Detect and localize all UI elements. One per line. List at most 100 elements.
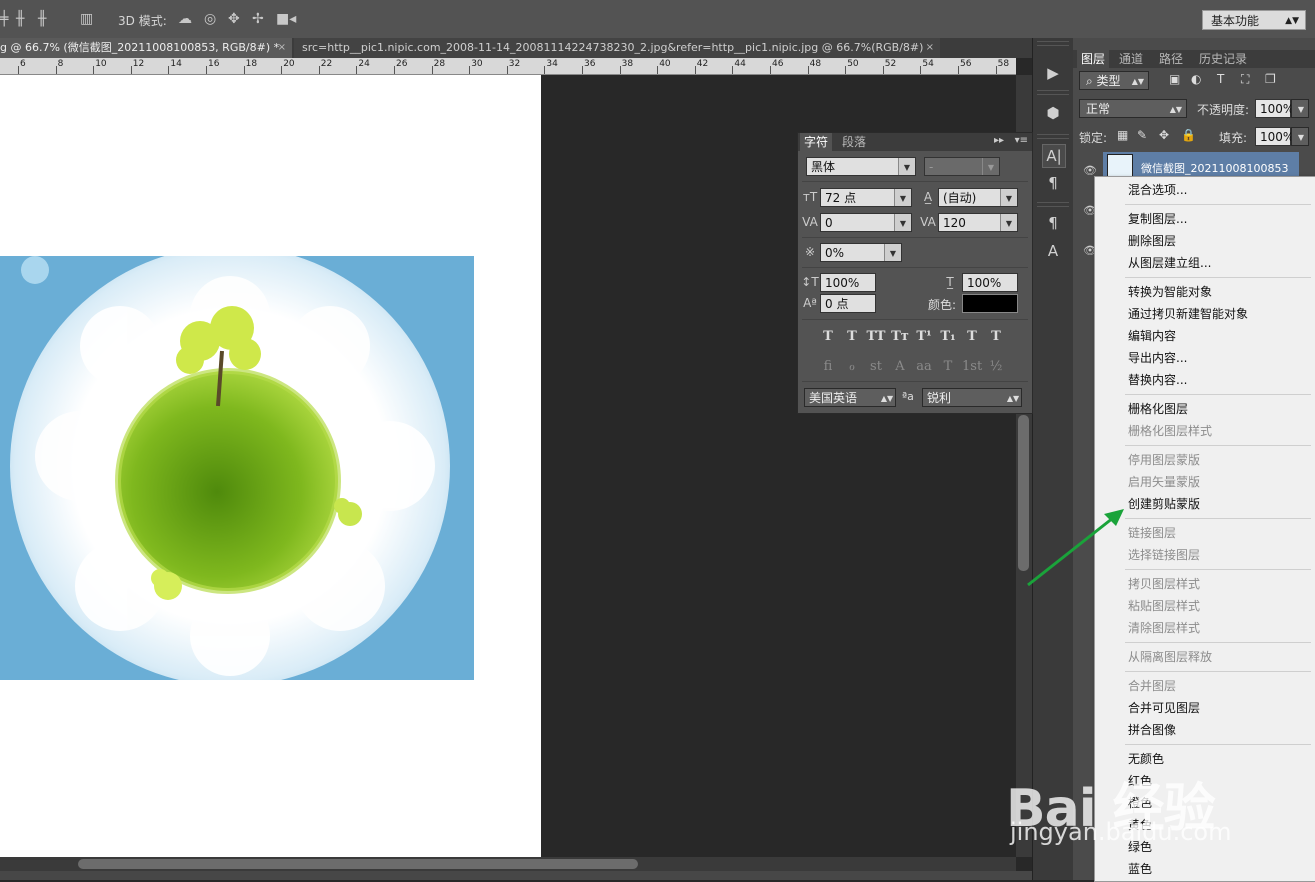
play-actions-icon[interactable]: ▶ xyxy=(1042,62,1064,84)
roll-3d-icon[interactable]: ◎ xyxy=(204,11,216,27)
fill-slider-button[interactable]: ▼ xyxy=(1291,127,1309,146)
menu-item[interactable]: 从图层建立组... xyxy=(1128,252,1211,274)
slide-3d-icon[interactable]: ✢ xyxy=(252,11,264,27)
lock-brush-icon[interactable]: ✎ xyxy=(1137,128,1147,142)
font-family-dropdown[interactable]: 黑体 ▼ xyxy=(806,157,916,176)
character-styles-icon[interactable]: A xyxy=(1042,240,1064,262)
panel-menu-icon[interactable]: ▾≡ xyxy=(1015,135,1028,146)
font-style-button[interactable]: T xyxy=(986,327,1006,347)
scale-3d-icon[interactable]: ■◂ xyxy=(276,11,296,27)
tab-history[interactable]: 历史记录 xyxy=(1199,50,1247,68)
opentype-button[interactable]: 1st xyxy=(962,357,982,377)
language-dropdown[interactable]: 美国英语 ▲▼ xyxy=(804,388,896,407)
3d-panel-icon[interactable]: ⬢ xyxy=(1042,102,1064,124)
font-style-button[interactable]: T₁ xyxy=(938,327,958,347)
font-style-button[interactable]: T xyxy=(962,327,982,347)
font-style-button[interactable]: T xyxy=(818,327,838,347)
menu-item[interactable]: 橙色 xyxy=(1128,792,1152,814)
document-tab[interactable]: src=http__pic1.nipic.com_2008-11-14_2008… xyxy=(294,38,940,58)
menu-item[interactable]: 红色 xyxy=(1128,770,1152,792)
filter-adjustment-icon[interactable]: ◐ xyxy=(1191,72,1201,86)
kerning-field[interactable]: 0 ▼ xyxy=(820,213,912,232)
opacity-input[interactable]: 100% xyxy=(1255,99,1294,118)
scrollbar-thumb[interactable] xyxy=(78,859,638,869)
filter-pixel-icon[interactable]: ▣ xyxy=(1169,72,1180,86)
tab-paths[interactable]: 路径 xyxy=(1159,50,1183,68)
character-panel-icon[interactable]: A| xyxy=(1042,144,1066,168)
filter-shape-icon[interactable]: ⛶ xyxy=(1241,72,1249,87)
menu-item[interactable]: 删除图层 xyxy=(1128,230,1176,252)
menu-item[interactable]: 合并可见图层 xyxy=(1128,697,1200,719)
font-style-button[interactable]: TT xyxy=(866,327,886,347)
opentype-button[interactable]: aa xyxy=(914,357,934,377)
lock-position-icon[interactable]: ✥ xyxy=(1159,128,1169,142)
horizontal-ruler[interactable]: 6 8 10 12 14 16 18 20 22 24 26 28 30 32 34 36 38 40 42 44 46… xyxy=(0,58,1016,75)
menu-item[interactable]: 黄色 xyxy=(1128,814,1152,836)
menu-item[interactable]: 复制图层... xyxy=(1128,208,1187,230)
menu-item[interactable]: 创建剪贴蒙版 xyxy=(1128,493,1200,515)
horizontal-scrollbar[interactable] xyxy=(0,857,1016,871)
auto-align-icon[interactable]: ▥ xyxy=(80,11,93,27)
pan-3d-icon[interactable]: ✥ xyxy=(228,11,240,27)
filter-type-icon[interactable]: T xyxy=(1217,72,1224,86)
menu-item[interactable]: 蓝色 xyxy=(1128,858,1152,880)
lock-transparent-icon[interactable]: ▦ xyxy=(1117,128,1128,142)
close-icon[interactable]: × xyxy=(278,38,286,58)
opentype-button[interactable]: ﬁ xyxy=(818,357,838,377)
tab-layers[interactable]: 图层 xyxy=(1077,50,1110,68)
font-style-button[interactable]: Tт xyxy=(890,327,910,347)
tab-character[interactable]: 字符 xyxy=(800,133,833,151)
opentype-button[interactable]: T xyxy=(938,357,958,377)
paragraph-styles-icon[interactable]: ¶ xyxy=(1042,212,1064,234)
panel-grip[interactable] xyxy=(1037,134,1069,139)
opentype-button[interactable]: st xyxy=(866,357,886,377)
menu-item[interactable]: 无颜色 xyxy=(1128,748,1164,770)
blend-mode-dropdown[interactable]: 正常 ▲▼ xyxy=(1079,99,1187,118)
layer-filter-dropdown[interactable]: ⌕ 类型 ▲▼ xyxy=(1079,71,1149,90)
menu-item[interactable]: 混合选项... xyxy=(1128,179,1187,201)
opentype-button[interactable]: A xyxy=(890,357,910,377)
menu-item[interactable]: 编辑内容 xyxy=(1128,325,1176,347)
menu-item[interactable]: 转换为智能对象 xyxy=(1128,281,1212,303)
horizontal-scale-field[interactable]: 100% xyxy=(962,273,1018,292)
tab-channels[interactable]: 通道 xyxy=(1119,50,1143,68)
font-style-button[interactable]: T¹ xyxy=(914,327,934,347)
font-size-field[interactable]: 72 点 ▼ xyxy=(820,188,912,207)
tsume-field[interactable]: 0% ▼ xyxy=(820,243,902,262)
menu-item[interactable]: 替换内容... xyxy=(1128,369,1187,391)
filter-smart-object-icon[interactable]: ❐ xyxy=(1265,72,1276,86)
distribute-icon[interactable]: ╫ xyxy=(38,11,46,27)
collapse-icon[interactable]: ▸▸ xyxy=(994,135,1004,146)
orbit-3d-icon[interactable]: ☁ xyxy=(178,11,192,27)
close-icon[interactable]: × xyxy=(926,38,934,58)
menu-item[interactable]: 绿色 xyxy=(1128,836,1152,858)
text-color-swatch[interactable] xyxy=(962,294,1018,313)
menu-item[interactable]: 拼合图像 xyxy=(1128,719,1176,741)
menu-item[interactable]: 导出内容... xyxy=(1128,347,1187,369)
font-style-button[interactable]: T xyxy=(842,327,862,347)
document-canvas[interactable] xyxy=(0,75,541,857)
paragraph-panel-icon[interactable]: ¶ xyxy=(1042,172,1064,194)
fill-input[interactable]: 100% xyxy=(1255,127,1294,146)
panel-grip[interactable] xyxy=(1037,202,1069,207)
menu-item[interactable]: 栅格化图层 xyxy=(1128,398,1188,420)
document-tab-active[interactable]: g @ 66.7% (微信截图_20211008100853, RGB/8#) … xyxy=(0,38,292,58)
font-style-dropdown[interactable]: - ▼ xyxy=(924,157,1000,176)
align-center-icon[interactable]: ╪ xyxy=(0,11,8,27)
leading-field[interactable]: (自动) ▼ xyxy=(938,188,1018,207)
lock-all-icon[interactable]: 🔒 xyxy=(1181,128,1196,142)
tab-paragraph[interactable]: 段落 xyxy=(838,133,870,151)
tracking-field[interactable]: 120 ▼ xyxy=(938,213,1018,232)
anti-alias-dropdown[interactable]: 锐利 ▲▼ xyxy=(922,388,1022,407)
panel-grip[interactable] xyxy=(1037,90,1069,95)
opentype-button[interactable]: ½ xyxy=(986,357,1006,377)
vertical-scale-field[interactable]: 100% xyxy=(820,273,876,292)
panel-grip[interactable] xyxy=(1037,41,1069,46)
opentype-button[interactable]: ℴ xyxy=(842,357,862,377)
menu-item[interactable]: 通过拷贝新建智能对象 xyxy=(1128,303,1248,325)
opacity-slider-button[interactable]: ▼ xyxy=(1291,99,1309,118)
baseline-shift-field[interactable]: 0 点 xyxy=(820,294,876,313)
scrollbar-thumb[interactable] xyxy=(1018,415,1029,571)
workspace-dropdown[interactable]: 基本功能 ▲▼ xyxy=(1202,10,1306,30)
distribute-icon[interactable]: ╫ xyxy=(16,11,24,27)
